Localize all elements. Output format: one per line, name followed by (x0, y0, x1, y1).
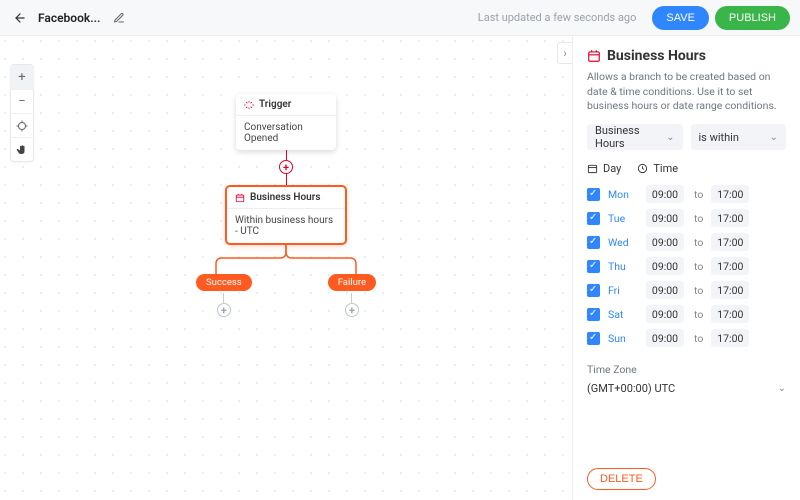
from-time-field[interactable]: 09:00 (646, 233, 684, 251)
branch-wire (186, 244, 386, 274)
day-row: Mon 09:00 to 17:00 (587, 183, 786, 205)
node-business-hours-title: Business Hours (250, 192, 320, 203)
crosshair-icon (16, 120, 28, 132)
day-row: Wed 09:00 to 17:00 (587, 231, 786, 253)
day-list: Mon 09:00 to 17:00 Tue 09:00 to 17:00 Wed 09:00 to… (587, 183, 786, 349)
field-select-value: Business Hours (595, 124, 666, 150)
tab-day-label: Day (603, 162, 621, 175)
day-checkbox[interactable] (587, 212, 600, 225)
operator-select[interactable]: is within ⌄ (691, 124, 787, 150)
publish-button[interactable]: PUBLISH (715, 6, 790, 30)
pan-tool-button[interactable] (10, 137, 34, 161)
pencil-icon (113, 12, 125, 24)
node-trigger-title: Trigger (259, 99, 291, 110)
chevron-down-icon: ⌄ (666, 132, 674, 143)
to-time-field[interactable]: 17:00 (711, 209, 749, 227)
collapse-panel-button[interactable]: › (557, 42, 573, 64)
flow-container: Trigger Conversation Opened + Business H… (186, 94, 386, 317)
hand-icon (16, 144, 28, 156)
day-label: Tue (608, 212, 638, 225)
tab-time-label: Time (653, 162, 678, 175)
from-time-field[interactable]: 09:00 (646, 209, 684, 227)
day-label: Sat (608, 308, 638, 321)
chevron-down-icon: ⌄ (770, 132, 778, 143)
operator-select-value: is within (699, 131, 739, 144)
timezone-select[interactable]: (GMT+00:00) UTC ⌄ (587, 380, 786, 397)
day-checkbox[interactable] (587, 308, 600, 321)
to-label: to (694, 212, 703, 225)
canvas-toolbox: + − (10, 64, 34, 162)
chevron-right-icon: › (563, 46, 567, 60)
day-row: Sun 09:00 to 17:00 (587, 327, 786, 349)
timezone-value: (GMT+00:00) UTC (587, 382, 675, 395)
day-row: Thu 09:00 to 17:00 (587, 255, 786, 277)
chevron-down-icon: ⌄ (778, 383, 786, 394)
add-step-button[interactable]: + (279, 160, 293, 174)
day-label: Wed (608, 236, 638, 249)
topbar: Facebook... Last updated a few seconds a… (0, 0, 800, 36)
timezone-label: Time Zone (587, 363, 786, 376)
node-business-hours[interactable]: Business Hours Within business hours - U… (226, 186, 346, 244)
from-time-field[interactable]: 09:00 (646, 305, 684, 323)
workflow-canvas[interactable]: + − › Trigger Conversation Opened (0, 36, 572, 500)
to-time-field[interactable]: 17:00 (711, 305, 749, 323)
back-button[interactable] (10, 8, 30, 28)
panel-title: Business Hours (587, 48, 786, 64)
day-checkbox[interactable] (587, 188, 600, 201)
day-label: Thu (608, 260, 638, 273)
zoom-in-button[interactable]: + (10, 65, 34, 89)
rename-button[interactable] (110, 9, 128, 27)
workflow-title: Facebook... (38, 11, 100, 25)
from-time-field[interactable]: 09:00 (646, 257, 684, 275)
to-time-field[interactable]: 17:00 (711, 281, 749, 299)
delete-button[interactable]: DELETE (587, 468, 656, 490)
zoom-out-button[interactable]: − (10, 89, 34, 113)
node-business-hours-subtitle: Within business hours - UTC (227, 208, 345, 243)
day-label: Mon (608, 188, 638, 201)
clock-icon (637, 163, 648, 174)
to-label: to (694, 260, 703, 273)
to-label: to (694, 308, 703, 321)
tab-day[interactable]: Day (587, 162, 621, 175)
calendar-icon (235, 193, 245, 203)
add-step-success-button[interactable]: + (217, 303, 231, 317)
to-time-field[interactable]: 17:00 (711, 329, 749, 347)
to-time-field[interactable]: 17:00 (711, 185, 749, 203)
node-trigger[interactable]: Trigger Conversation Opened (236, 94, 336, 150)
arrow-left-icon (13, 11, 27, 25)
side-panel: Business Hours Allows a branch to be cre… (572, 36, 800, 500)
day-label: Fri (608, 284, 638, 297)
add-step-failure-button[interactable]: + (345, 303, 359, 317)
calendar-icon (587, 163, 598, 174)
branch-success-pill[interactable]: Success (196, 274, 252, 291)
node-trigger-subtitle: Conversation Opened (236, 115, 336, 150)
field-select[interactable]: Business Hours ⌄ (587, 124, 683, 150)
to-time-field[interactable]: 17:00 (711, 233, 749, 251)
save-button[interactable]: SAVE (652, 6, 709, 30)
trigger-icon (244, 100, 254, 110)
panel-description: Allows a branch to be created based on d… (587, 70, 786, 114)
panel-title-text: Business Hours (607, 48, 706, 64)
day-label: Sun (608, 332, 638, 345)
day-row: Sat 09:00 to 17:00 (587, 303, 786, 325)
from-time-field[interactable]: 09:00 (646, 329, 684, 347)
day-checkbox[interactable] (587, 332, 600, 345)
from-time-field[interactable]: 09:00 (646, 281, 684, 299)
day-checkbox[interactable] (587, 236, 600, 249)
day-row: Fri 09:00 to 17:00 (587, 279, 786, 301)
day-row: Tue 09:00 to 17:00 (587, 207, 786, 229)
branch-failure-pill[interactable]: Failure (328, 274, 376, 291)
day-checkbox[interactable] (587, 260, 600, 273)
to-time-field[interactable]: 17:00 (711, 257, 749, 275)
to-label: to (694, 236, 703, 249)
to-label: to (694, 188, 703, 201)
day-checkbox[interactable] (587, 284, 600, 297)
to-label: to (694, 332, 703, 345)
last-updated-text: Last updated a few seconds ago (478, 11, 637, 24)
to-label: to (694, 284, 703, 297)
tab-time[interactable]: Time (637, 162, 678, 175)
calendar-icon (587, 49, 601, 63)
from-time-field[interactable]: 09:00 (646, 185, 684, 203)
recenter-button[interactable] (10, 113, 34, 137)
